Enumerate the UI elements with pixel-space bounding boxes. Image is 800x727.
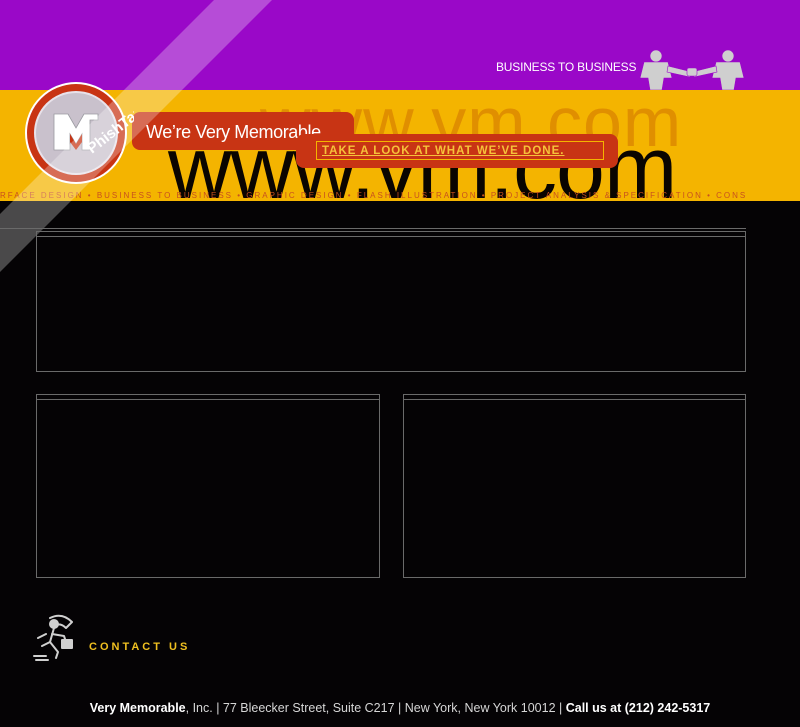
featured-panel: [36, 231, 746, 372]
messenger-runner-icon[interactable]: [32, 612, 80, 662]
footer-address: Very Memorable, Inc. | 77 Bleecker Stree…: [0, 701, 800, 715]
footer-company: Very Memorable: [89, 701, 186, 715]
handshake-icon: [639, 49, 745, 91]
footer-address-text: , Inc. | 77 Bleecker Street, Suite C217 …: [185, 701, 566, 715]
portfolio-link[interactable]: TAKE A LOOK AT WHAT WE’VE DONE.: [322, 145, 564, 157]
business-to-business-link[interactable]: BUSINESS TO BUSINESS: [496, 60, 636, 74]
services-ticker: RFACE DESIGN • BUSINESS TO BUSINESS • GR…: [0, 191, 748, 200]
panel-inner-rule: [37, 399, 379, 400]
panel-inner-rule: [37, 236, 745, 237]
contact-us-link[interactable]: CONTACT US: [89, 641, 190, 653]
footer-phone: Call us at (212) 242-5317: [565, 701, 711, 715]
right-panel: [403, 394, 746, 578]
panel-inner-rule: [404, 399, 745, 400]
vm-logo[interactable]: PhishTank: [24, 80, 134, 190]
left-panel: [36, 394, 380, 578]
top-rule: [0, 228, 746, 229]
